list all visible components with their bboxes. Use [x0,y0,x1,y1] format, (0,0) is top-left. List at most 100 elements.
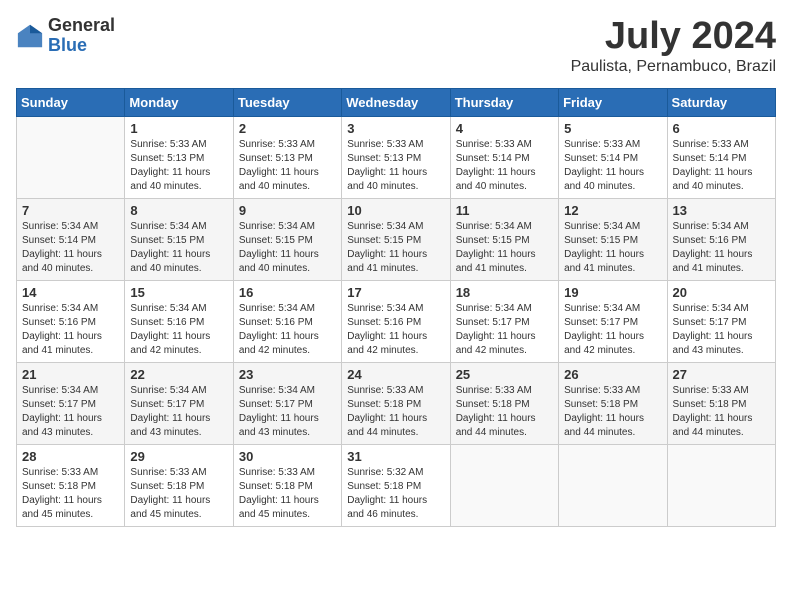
header-row: Sunday Monday Tuesday Wednesday Thursday… [17,88,776,116]
calendar-cell [450,444,558,526]
day-info: Sunrise: 5:34 AMSunset: 5:15 PMDaylight:… [239,220,336,276]
day-info: Sunrise: 5:34 AMSunset: 5:17 PMDaylight:… [239,384,336,440]
logo: General Blue [16,16,115,56]
day-number: 1 [130,121,227,136]
day-number: 23 [239,367,336,382]
day-info: Sunrise: 5:34 AMSunset: 5:16 PMDaylight:… [347,302,444,358]
calendar-cell: 7 Sunrise: 5:34 AMSunset: 5:14 PMDaylight… [17,198,125,280]
day-number: 16 [239,285,336,300]
calendar-cell: 28Sunrise: 5:33 AMSunset: 5:18 PMDayligh… [17,444,125,526]
day-number: 20 [673,285,770,300]
day-number: 24 [347,367,444,382]
month-title: July 2024 [571,16,776,58]
day-info: Sunrise: 5:34 AMSunset: 5:15 PMDaylight:… [347,220,444,276]
calendar-cell: 6Sunrise: 5:33 AMSunset: 5:14 PMDaylight… [667,116,775,198]
calendar-cell: 26 Sunrise: 5:33 AMSunset: 5:18 PMDayligh… [559,362,667,444]
day-number: 22 [130,367,227,382]
calendar-cell: 14 Sunrise: 5:34 AMSunset: 5:16 PMDayligh… [17,280,125,362]
day-info: Sunrise: 5:33 AMSunset: 5:18 PMDaylight:… [673,384,770,440]
col-monday: Monday [125,88,233,116]
day-number: 7 [22,203,119,218]
day-number: 30 [239,449,336,464]
day-info: Sunrise: 5:34 AMSunset: 5:16 PMDaylight:… [239,302,336,358]
day-info: Sunrise: 5:34 AMSunset: 5:17 PMDaylight:… [130,384,227,440]
calendar-cell: 2Sunrise: 5:33 AMSunset: 5:13 PMDaylight… [233,116,341,198]
day-number: 13 [673,203,770,218]
calendar-cell: 30 Sunrise: 5:33 AMSunset: 5:18 PMDayligh… [233,444,341,526]
logo-text: General Blue [48,16,115,56]
day-info: Sunrise: 5:33 AMSunset: 5:18 PMDaylight:… [22,466,119,522]
day-info: Sunrise: 5:33 AMSunset: 5:14 PMDaylight:… [456,138,553,194]
calendar-cell: 22 Sunrise: 5:34 AMSunset: 5:17 PMDayligh… [125,362,233,444]
day-info: Sunrise: 5:33 AMSunset: 5:14 PMDaylight:… [564,138,661,194]
calendar-cell: 27 Sunrise: 5:33 AMSunset: 5:18 PMDayligh… [667,362,775,444]
day-number: 25 [456,367,553,382]
calendar-cell: 4 Sunrise: 5:33 AMSunset: 5:14 PMDaylight… [450,116,558,198]
calendar-table: Sunday Monday Tuesday Wednesday Thursday… [16,88,776,527]
day-info: Sunrise: 5:34 AMSunset: 5:15 PMDaylight:… [456,220,553,276]
day-info: Sunrise: 5:33 AMSunset: 5:13 PMDaylight:… [130,138,227,194]
day-number: 18 [456,285,553,300]
calendar-cell: 21Sunrise: 5:34 AMSunset: 5:17 PMDayligh… [17,362,125,444]
day-info: Sunrise: 5:34 AMSunset: 5:16 PMDaylight:… [22,302,119,358]
calendar-cell: 31 Sunrise: 5:32 AMSunset: 5:18 PMDayligh… [342,444,450,526]
day-info: Sunrise: 5:33 AMSunset: 5:18 PMDaylight:… [130,466,227,522]
day-number: 3 [347,121,444,136]
day-number: 4 [456,121,553,136]
day-number: 26 [564,367,661,382]
calendar-cell: 13Sunrise: 5:34 AMSunset: 5:16 PMDayligh… [667,198,775,280]
day-info: Sunrise: 5:33 AMSunset: 5:14 PMDaylight:… [673,138,770,194]
day-number: 8 [130,203,227,218]
calendar-cell [17,116,125,198]
calendar-cell: 18 Sunrise: 5:34 AMSunset: 5:17 PMDayligh… [450,280,558,362]
logo-general: General [48,16,115,36]
calendar-cell: 17 Sunrise: 5:34 AMSunset: 5:16 PMDayligh… [342,280,450,362]
calendar-cell: 10 Sunrise: 5:34 AMSunset: 5:15 PMDayligh… [342,198,450,280]
day-info: Sunrise: 5:33 AMSunset: 5:18 PMDaylight:… [347,384,444,440]
day-info: Sunrise: 5:34 AMSunset: 5:15 PMDaylight:… [564,220,661,276]
page-container: General Blue July 2024 Paulista, Pernamb… [0,0,792,537]
week-row-3: 14 Sunrise: 5:34 AMSunset: 5:16 PMDayligh… [17,280,776,362]
day-number: 19 [564,285,661,300]
col-sunday: Sunday [17,88,125,116]
logo-icon [16,22,44,50]
week-row-4: 21Sunrise: 5:34 AMSunset: 5:17 PMDayligh… [17,362,776,444]
day-info: Sunrise: 5:34 AMSunset: 5:17 PMDaylight:… [564,302,661,358]
calendar-cell: 5 Sunrise: 5:33 AMSunset: 5:14 PMDaylight… [559,116,667,198]
calendar-cell: 20Sunrise: 5:34 AMSunset: 5:17 PMDayligh… [667,280,775,362]
day-number: 31 [347,449,444,464]
day-number: 12 [564,203,661,218]
day-info: Sunrise: 5:34 AMSunset: 5:17 PMDaylight:… [456,302,553,358]
calendar-cell: 23 Sunrise: 5:34 AMSunset: 5:17 PMDayligh… [233,362,341,444]
calendar-cell [559,444,667,526]
day-number: 10 [347,203,444,218]
day-info: Sunrise: 5:34 AMSunset: 5:17 PMDaylight:… [22,384,119,440]
calendar-cell: 24 Sunrise: 5:33 AMSunset: 5:18 PMDayligh… [342,362,450,444]
day-info: Sunrise: 5:34 AMSunset: 5:14 PMDaylight:… [22,220,119,276]
col-tuesday: Tuesday [233,88,341,116]
calendar-cell: 25Sunrise: 5:33 AMSunset: 5:18 PMDayligh… [450,362,558,444]
day-info: Sunrise: 5:33 AMSunset: 5:13 PMDaylight:… [239,138,336,194]
day-number: 9 [239,203,336,218]
day-number: 27 [673,367,770,382]
col-thursday: Thursday [450,88,558,116]
day-number: 29 [130,449,227,464]
calendar-cell: 15Sunrise: 5:34 AMSunset: 5:16 PMDayligh… [125,280,233,362]
calendar-cell: 8Sunrise: 5:34 AMSunset: 5:15 PMDaylight… [125,198,233,280]
day-number: 14 [22,285,119,300]
calendar-cell: 9 Sunrise: 5:34 AMSunset: 5:15 PMDaylight… [233,198,341,280]
day-info: Sunrise: 5:33 AMSunset: 5:13 PMDaylight:… [347,138,444,194]
calendar-cell: 29 Sunrise: 5:33 AMSunset: 5:18 PMDayligh… [125,444,233,526]
day-number: 17 [347,285,444,300]
col-wednesday: Wednesday [342,88,450,116]
week-row-1: 1 Sunrise: 5:33 AMSunset: 5:13 PMDaylight… [17,116,776,198]
title-block: July 2024 Paulista, Pernambuco, Brazil [571,16,776,76]
calendar-cell [667,444,775,526]
calendar-cell: 1 Sunrise: 5:33 AMSunset: 5:13 PMDaylight… [125,116,233,198]
day-info: Sunrise: 5:33 AMSunset: 5:18 PMDaylight:… [564,384,661,440]
calendar-cell: 12 Sunrise: 5:34 AMSunset: 5:15 PMDayligh… [559,198,667,280]
week-row-2: 7 Sunrise: 5:34 AMSunset: 5:14 PMDaylight… [17,198,776,280]
day-info: Sunrise: 5:32 AMSunset: 5:18 PMDaylight:… [347,466,444,522]
day-number: 5 [564,121,661,136]
day-info: Sunrise: 5:33 AMSunset: 5:18 PMDaylight:… [239,466,336,522]
